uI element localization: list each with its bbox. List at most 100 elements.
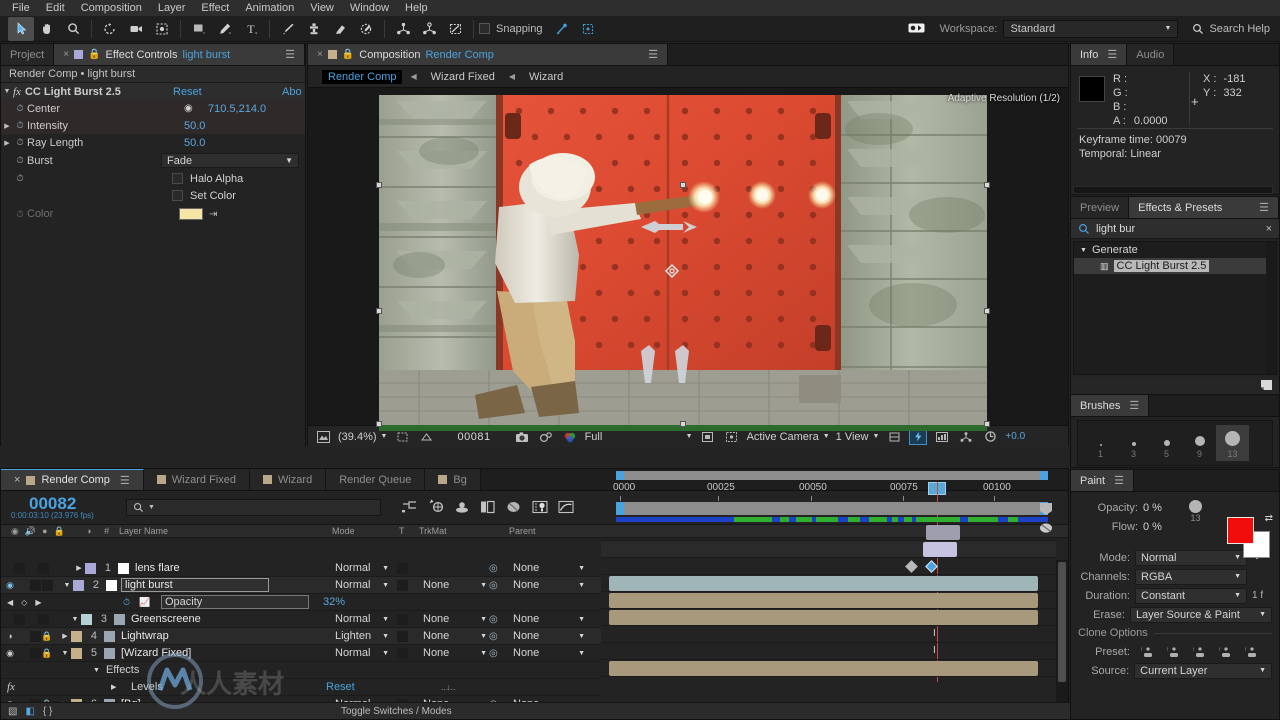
snapping-point-icon[interactable] <box>549 17 575 41</box>
effect-compositing-options[interactable]: ..↓.. <box>441 682 456 692</box>
track-row-greenscreene[interactable] <box>601 575 1056 592</box>
selection-handle-tc[interactable] <box>680 182 686 188</box>
property-row-burst[interactable]: ⏱ Burst Fade ▼ <box>1 151 305 170</box>
effects-category-generate[interactable]: ▼ Generate <box>1074 242 1276 258</box>
menu-item-animation[interactable]: Animation <box>237 0 302 16</box>
video-switch-icon[interactable]: ◉ <box>11 526 19 537</box>
column-header-trkmat[interactable]: TrkMat <box>419 526 447 536</box>
parent-pickwhip-icon[interactable]: ◎ <box>489 631 498 642</box>
layer-color-swatch[interactable] <box>71 630 82 642</box>
brainstorm-icon[interactable] <box>531 498 548 515</box>
motion-blur-icon[interactable] <box>505 498 522 515</box>
time-zoom-start[interactable] <box>616 502 624 515</box>
selection-handle-tl[interactable] <box>376 182 382 188</box>
effect-about-button[interactable]: Abo <box>282 86 302 98</box>
layer-t-toggle[interactable] <box>397 562 408 574</box>
tab-audio[interactable]: Audio <box>1127 44 1175 65</box>
lock-toggle[interactable] <box>41 579 53 591</box>
solo-toggle[interactable] <box>29 579 41 591</box>
motion-blur-marker-icon[interactable] <box>1038 521 1054 535</box>
solo-toggle[interactable] <box>29 647 41 659</box>
effects-list[interactable]: ▼ Generate ▥ CC Light Burst 2.5 <box>1073 241 1277 375</box>
camera-tool-icon[interactable] <box>123 17 149 41</box>
pen-tool-icon[interactable] <box>212 17 238 41</box>
solo-switch-icon[interactable]: ● <box>42 526 47 536</box>
swap-colors-icon[interactable]: ⇄ <box>1265 513 1273 524</box>
workspace-dropdown[interactable]: Standard ▼ <box>1003 19 1179 38</box>
layer-clip[interactable] <box>609 593 1038 608</box>
prev-keyframe-icon[interactable]: ◀ <box>7 598 13 607</box>
selection-handle-bl[interactable] <box>376 421 382 427</box>
selection-handle-mr[interactable] <box>984 308 990 314</box>
info-scrollbar[interactable] <box>1073 186 1273 194</box>
paint-opacity-row[interactable]: Opacity: 0 % <box>1071 498 1279 517</box>
work-area-bar[interactable] <box>616 471 1048 480</box>
roto-brush-tool-icon[interactable] <box>353 17 379 41</box>
property-name-opacity[interactable]: Opacity <box>161 595 309 609</box>
keyframe-marker[interactable] <box>905 560 918 573</box>
stopwatch-icon[interactable]: ⏱ <box>13 155 27 166</box>
tab-paint[interactable]: Paint ☰ <box>1071 470 1134 491</box>
stopwatch-icon[interactable]: ⏱ <box>13 173 27 184</box>
graph-editor-icon[interactable] <box>557 498 574 515</box>
solo-toggle[interactable] <box>37 613 49 625</box>
stopwatch-icon[interactable]: ⏱ <box>13 103 27 114</box>
table-row[interactable]: ▼ 3 Greenscreene Normal ▼ None ▼ ◎ None … <box>1 611 601 628</box>
property-row-ray-length[interactable]: ▶ ⏱ Ray Length 50.0 <box>1 134 305 151</box>
column-header-mode[interactable]: Mode <box>332 526 355 536</box>
timeline-scrollbar[interactable] <box>1056 560 1068 702</box>
layer-t-toggle[interactable] <box>397 579 408 591</box>
selection-tool-icon[interactable] <box>8 16 34 41</box>
effect-header-row[interactable]: ▼ fx CC Light Burst 2.5 Reset Abo <box>1 83 305 100</box>
layer-mode-dropdown[interactable]: Normal ▼ <box>331 612 393 626</box>
work-area-end-handle[interactable] <box>1040 471 1048 480</box>
paint-duration-dropdown[interactable]: Constant ▼ <box>1135 587 1247 604</box>
property-value-ray-length[interactable]: 50.0 <box>184 137 205 149</box>
work-area-start-handle[interactable] <box>616 471 624 480</box>
effect-reset-button[interactable]: Reset <box>173 86 202 98</box>
checkbox-set-color[interactable] <box>172 190 183 201</box>
disclosure-triangle-icon[interactable]: ▶ <box>1 139 13 147</box>
panel-menu-icon[interactable]: ☰ <box>1259 201 1269 214</box>
layer-color-swatch[interactable] <box>73 579 84 591</box>
resolution-dropdown[interactable]: Full ▼ <box>585 431 693 443</box>
disclosure-triangle-icon[interactable]: ▼ <box>1080 247 1087 254</box>
layer-mode-dropdown[interactable]: Lighten ▼ <box>331 629 393 643</box>
layer-clip[interactable] <box>926 525 960 540</box>
paint-flow-value[interactable]: 0 % <box>1143 521 1162 533</box>
clone-stamp-tool-icon[interactable] <box>301 17 327 41</box>
hide-shy-layers-icon[interactable] <box>453 498 470 515</box>
layer-clip[interactable] <box>609 661 1038 676</box>
solo-toggle[interactable] <box>29 630 41 642</box>
column-header-number[interactable]: # <box>104 526 109 536</box>
lock-toggle[interactable]: 🔒 <box>41 628 53 645</box>
parent-pickwhip-icon[interactable]: ◎ <box>489 648 498 659</box>
column-header-t[interactable]: T <box>399 526 405 536</box>
video-toggle[interactable]: ◑ <box>3 628 17 645</box>
disclosure-triangle-icon[interactable]: ▼ <box>61 582 73 589</box>
track-row-lightwrap[interactable] <box>601 592 1056 609</box>
breadcrumb-item-wizard[interactable]: Wizard <box>523 70 569 84</box>
tab-composition[interactable]: × 🔒 Composition Render Comp ☰ <box>308 44 668 65</box>
table-row[interactable]: ▶ 1 lens flare Normal ▼ ◎ None ▼ <box>1 560 601 577</box>
tab-project[interactable]: Project <box>1 44 55 65</box>
solo-toggle[interactable] <box>37 562 49 574</box>
menu-item-layer[interactable]: Layer <box>150 0 194 16</box>
property-row-halo-alpha[interactable]: ⏱ Halo Alpha <box>1 170 305 187</box>
panel-menu-icon[interactable]: ☰ <box>285 48 295 61</box>
puppet-overlap-tool-icon[interactable] <box>416 17 442 41</box>
stopwatch-icon[interactable]: ⏱ <box>13 209 27 220</box>
keyframe-marker-selected[interactable] <box>925 560 938 573</box>
table-row[interactable]: ◉ ▼ 2 light burst Normal ▼ None ▼ ◎ None… <box>1 577 601 594</box>
layer-color-swatch[interactable] <box>81 613 92 625</box>
disclosure-triangle-icon[interactable]: ▼ <box>69 616 81 623</box>
zoom-tool-icon[interactable] <box>60 17 86 41</box>
panel-menu-icon[interactable]: ☰ <box>1114 474 1124 487</box>
timeline-current-time[interactable]: 00082 <box>29 495 94 512</box>
hand-tool-icon[interactable] <box>34 17 60 41</box>
tab-wizard-fixed[interactable]: Wizard Fixed <box>143 469 250 490</box>
breadcrumb-item-render-comp[interactable]: Render Comp <box>322 69 403 84</box>
tab-wizard[interactable]: Wizard <box>249 469 327 490</box>
selection-handle-ml[interactable] <box>376 308 382 314</box>
magnification-icon[interactable] <box>314 429 332 445</box>
